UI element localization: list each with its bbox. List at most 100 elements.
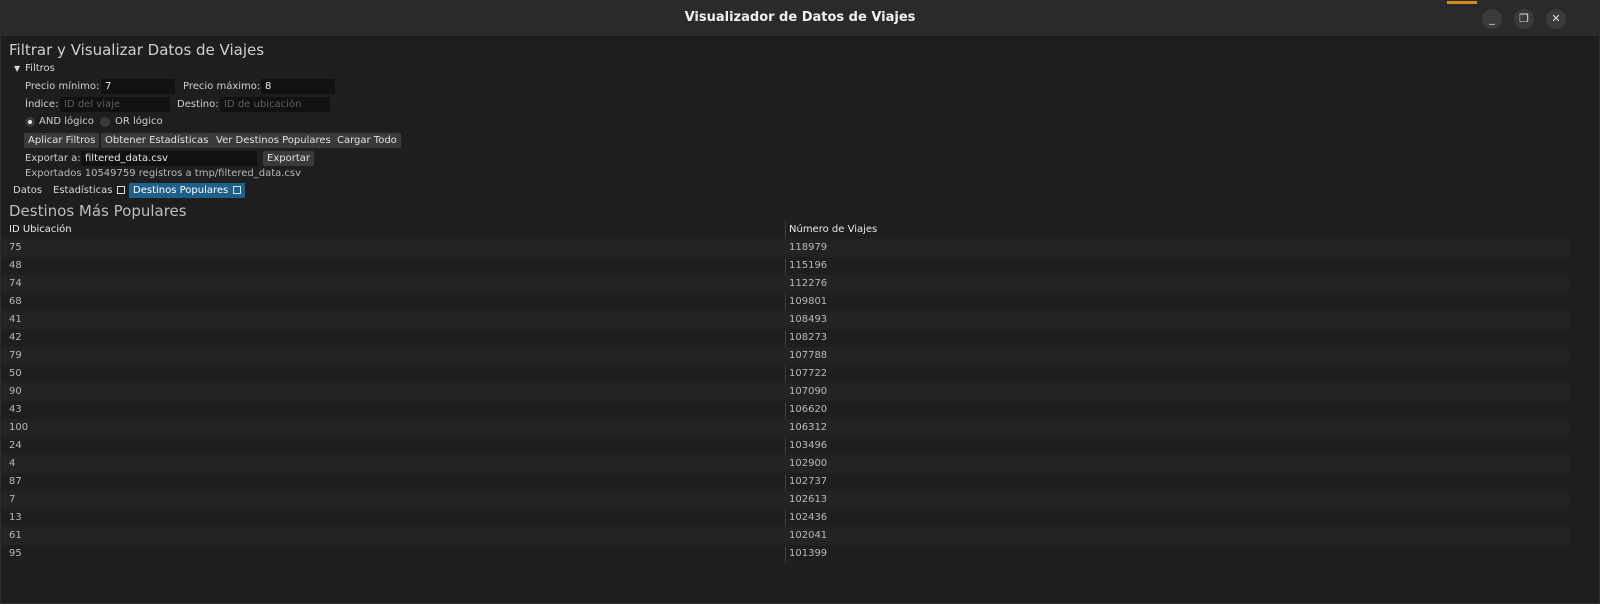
- table-row[interactable]: 13 102436: [1, 509, 1569, 527]
- page-title: Filtrar y Visualizar Datos de Viajes: [9, 41, 265, 59]
- export-path-input[interactable]: filtered_data.csv: [81, 151, 257, 166]
- maximize-button[interactable]: ❐: [1514, 9, 1534, 29]
- cell-trip-count: 109801: [789, 296, 828, 307]
- filters-section-label: Filtros: [25, 63, 55, 74]
- cell-trip-count: 107722: [789, 368, 828, 379]
- table-row[interactable]: 87 102737: [1, 473, 1569, 491]
- table-row[interactable]: 42 108273: [1, 329, 1569, 347]
- export-button[interactable]: Exportar: [263, 151, 314, 166]
- cell-location-id: 24: [9, 440, 22, 451]
- precio-max-input[interactable]: 8: [261, 79, 335, 94]
- tab-estadisticas-label: Estadísticas: [53, 185, 113, 196]
- cell-trip-count: 112276: [789, 278, 828, 289]
- cell-location-id: 41: [9, 314, 22, 325]
- cell-trip-count: 107090: [789, 386, 828, 397]
- destino-label: Destino:: [177, 99, 219, 110]
- and-logic-label[interactable]: AND lógico: [39, 116, 94, 127]
- table-row[interactable]: 43 106620: [1, 401, 1569, 419]
- cell-location-id: 90: [9, 386, 22, 397]
- destino-input[interactable]: ID de ubicación: [220, 97, 330, 112]
- popular-destinations-button[interactable]: Ver Destinos Populares: [212, 133, 335, 148]
- tab-datos-label: Datos: [13, 185, 43, 196]
- table-row[interactable]: 74 112276: [1, 275, 1569, 293]
- cell-location-id: 43: [9, 404, 22, 415]
- filters-section-toggle[interactable]: ▼ Filtros: [14, 63, 55, 74]
- cell-trip-count: 103496: [789, 440, 828, 451]
- tab-datos[interactable]: Datos: [13, 183, 42, 198]
- table-row[interactable]: 4 102900: [1, 455, 1569, 473]
- window-title: Visualizador de Datos de Viajes: [684, 10, 916, 25]
- table-row[interactable]: 100 106312: [1, 419, 1569, 437]
- cell-trip-count: 108493: [789, 314, 828, 325]
- cell-trip-count: 106312: [789, 422, 828, 433]
- cell-location-id: 50: [9, 368, 22, 379]
- cell-trip-count: 108273: [789, 332, 828, 343]
- table-row[interactable]: 48 115196: [1, 257, 1569, 275]
- table-row[interactable]: 75 118979: [1, 239, 1569, 257]
- cell-location-id: 48: [9, 260, 22, 271]
- popular-destinations-table: ID Ubicación Número de Viajes 75 118979 48…: [1, 221, 1569, 563]
- get-stats-button[interactable]: Obtener Estadísticas: [101, 133, 213, 148]
- cell-trip-count: 102436: [789, 512, 828, 523]
- cell-trip-count: 101399: [789, 548, 828, 559]
- cell-location-id: 13: [9, 512, 22, 523]
- top-accent: [1447, 1, 1477, 4]
- precio-max-label: Precio máximo:: [183, 81, 261, 92]
- column-header-id[interactable]: ID Ubicación: [9, 224, 72, 235]
- close-tab-icon[interactable]: [117, 186, 126, 194]
- or-logic-label[interactable]: OR lógico: [115, 116, 163, 127]
- cell-trip-count: 106620: [789, 404, 828, 415]
- main-content: Filtrar y Visualizar Datos de Viajes ▼ Fi…: [1, 37, 1599, 603]
- cell-location-id: 75: [9, 242, 22, 253]
- table-row[interactable]: 95 101399: [1, 545, 1569, 563]
- table-row[interactable]: 68 109801: [1, 293, 1569, 311]
- cell-location-id: 61: [9, 530, 22, 541]
- cell-location-id: 95: [9, 548, 22, 559]
- table-row[interactable]: 7 102613: [1, 491, 1569, 509]
- cell-trip-count: 102613: [789, 494, 828, 505]
- tab-estadisticas[interactable]: Estadísticas: [53, 183, 126, 198]
- export-label: Exportar a:: [25, 153, 81, 164]
- cell-location-id: 74: [9, 278, 22, 289]
- cell-location-id: 87: [9, 476, 22, 487]
- minimize-button[interactable]: _: [1482, 9, 1502, 29]
- load-all-button[interactable]: Cargar Todo: [333, 133, 401, 148]
- tab-destinos-label: Destinos Populares: [133, 185, 229, 196]
- indice-input[interactable]: ID del viaje: [60, 97, 170, 112]
- table-row[interactable]: 24 103496: [1, 437, 1569, 455]
- cell-location-id: 100: [9, 422, 29, 433]
- cell-trip-count: 102900: [789, 458, 828, 469]
- cell-location-id: 4: [9, 458, 16, 469]
- or-logic-radio[interactable]: [100, 117, 110, 127]
- table-row[interactable]: 61 102041: [1, 527, 1569, 545]
- and-logic-radio[interactable]: [25, 117, 35, 127]
- cell-location-id: 68: [9, 296, 22, 307]
- table-body: 75 118979 48 115196 74 112276 68 109801 41 108493…: [1, 239, 1569, 563]
- cell-trip-count: 118979: [789, 242, 828, 253]
- column-header-count[interactable]: Número de Viajes: [789, 224, 877, 235]
- export-status-text: Exportados 10549759 registros a tmp/filt…: [25, 168, 302, 179]
- cell-location-id: 79: [9, 350, 22, 361]
- indice-label: Índice:: [25, 99, 59, 110]
- cell-trip-count: 102737: [789, 476, 828, 487]
- precio-min-input[interactable]: 7: [101, 79, 175, 94]
- table-row[interactable]: 90 107090: [1, 383, 1569, 401]
- close-tab-icon[interactable]: [233, 186, 242, 194]
- cell-location-id: 42: [9, 332, 22, 343]
- app-window: Visualizador de Datos de Viajes _ ❐ ✕ Fi…: [0, 0, 1600, 604]
- table-row[interactable]: 50 107722: [1, 365, 1569, 383]
- apply-filters-button[interactable]: Aplicar Filtros: [24, 133, 100, 148]
- cell-trip-count: 115196: [789, 260, 828, 271]
- tab-destinos-populares[interactable]: Destinos Populares: [129, 183, 246, 198]
- table-header: ID Ubicación Número de Viajes: [1, 221, 1569, 239]
- section-title: Destinos Más Populares: [9, 202, 187, 220]
- precio-min-label: Precio mínimo:: [25, 81, 100, 92]
- cell-trip-count: 102041: [789, 530, 828, 541]
- table-row[interactable]: 41 108493: [1, 311, 1569, 329]
- close-button[interactable]: ✕: [1546, 9, 1566, 29]
- cell-trip-count: 107788: [789, 350, 828, 361]
- cell-location-id: 7: [9, 494, 16, 505]
- table-row[interactable]: 79 107788: [1, 347, 1569, 365]
- chevron-down-icon: ▼: [14, 64, 21, 73]
- title-bar[interactable]: Visualizador de Datos de Viajes _ ❐ ✕: [1, 1, 1599, 37]
